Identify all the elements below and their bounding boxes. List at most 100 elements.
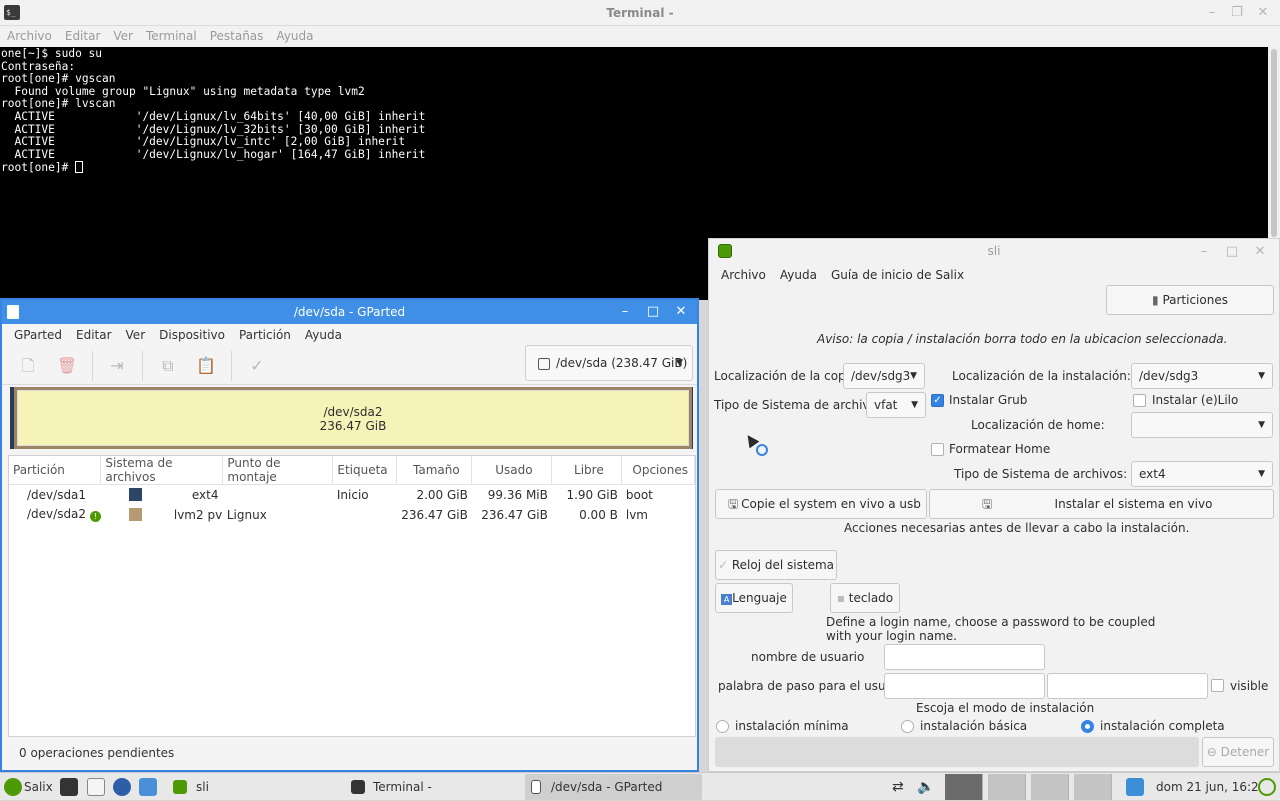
- terminal-prompt: root[one]#: [1, 161, 76, 175]
- menu-archivo[interactable]: Archivo: [721, 265, 766, 285]
- password-input[interactable]: [884, 673, 1045, 699]
- col-tamano[interactable]: Tamaño: [396, 456, 473, 485]
- apply-icon[interactable]: ✓: [246, 355, 268, 377]
- minimize-icon[interactable]: –: [1196, 244, 1212, 260]
- col-etiqueta[interactable]: Etiqueta: [332, 456, 398, 485]
- task-gparted[interactable]: /dev/sda - GParted: [551, 773, 662, 801]
- terminal-titlebar[interactable]: $_ Terminal - – ❐ ✕: [0, 0, 1280, 26]
- new-partition-icon[interactable]: 🗋: [17, 355, 39, 377]
- instalar-lilo-checkbox[interactable]: [1133, 394, 1146, 407]
- col-usado[interactable]: Usado: [471, 456, 553, 485]
- password-label: palabra de paso para el usuario: [718, 679, 909, 693]
- workspace-4[interactable]: [1074, 774, 1112, 800]
- copie-usb-button[interactable]: 🖫 Copie el system en vivo a usb: [715, 489, 927, 519]
- power-icon[interactable]: [1258, 778, 1276, 796]
- acciones-text: Acciones necesarias antes de llevar a ca…: [844, 521, 1190, 535]
- formatear-home-checkbox[interactable]: [931, 443, 944, 456]
- menu-archivo[interactable]: Archivo: [7, 26, 52, 47]
- volume-icon[interactable]: 🔈: [917, 773, 934, 801]
- gparted-titlebar[interactable]: /dev/sda - GParted – □ ✕: [2, 300, 697, 324]
- particiones-button[interactable]: ▮ Particiones: [1106, 285, 1274, 315]
- disk-map-partition-size: 236.47 GiB: [319, 419, 387, 433]
- instalar-grub-checkbox[interactable]: ✓: [931, 394, 944, 407]
- tipo-fs-combo[interactable]: vfat ▼: [866, 392, 926, 418]
- tipo-fs2-combo[interactable]: ext4 ▼: [1131, 461, 1273, 487]
- maximize-icon[interactable]: □: [1224, 244, 1240, 260]
- file-manager-launcher-icon[interactable]: [139, 778, 157, 796]
- menu-particion[interactable]: Partición: [239, 324, 291, 347]
- minimize-icon[interactable]: –: [617, 304, 633, 320]
- col-particion[interactable]: Partición: [9, 456, 102, 485]
- reloj-button[interactable]: ✓ Reloj del sistema: [715, 550, 837, 580]
- maximize-icon[interactable]: ❐: [1229, 5, 1245, 21]
- terminal-prompt-line: root[one]#: [1, 161, 1268, 175]
- instalar-grub-label: Instalar Grub: [949, 393, 1028, 407]
- workspace-2[interactable]: [988, 774, 1026, 800]
- maximize-icon[interactable]: □: [645, 304, 661, 320]
- detener-button[interactable]: ⊖ Detener: [1202, 737, 1274, 767]
- lenguaje-button[interactable]: A Lenguaje: [715, 583, 793, 613]
- menu-ayuda[interactable]: Ayuda: [276, 26, 313, 47]
- menu-terminal[interactable]: Terminal: [146, 26, 197, 47]
- task-terminal[interactable]: Terminal -: [373, 773, 432, 801]
- loc-home-combo[interactable]: ▼: [1131, 412, 1273, 438]
- usuario-input[interactable]: [884, 644, 1045, 670]
- menu-pestanas[interactable]: Pestañas: [210, 26, 264, 47]
- menu-editar[interactable]: Editar: [65, 26, 101, 47]
- close-icon[interactable]: ✕: [673, 304, 689, 320]
- teclado-button[interactable]: ▪ teclado: [830, 583, 900, 613]
- menu-guia[interactable]: Guía de inicio de Salix: [831, 265, 964, 285]
- menu-editar[interactable]: Editar: [76, 324, 112, 347]
- usuario-label: nombre de usuario: [751, 650, 865, 664]
- disk-map-sda2[interactable]: /dev/sda2 236.47 GiB: [14, 387, 692, 449]
- start-menu-button[interactable]: Salix: [24, 773, 53, 801]
- resize-move-icon[interactable]: ⇥: [106, 355, 128, 377]
- cell-free: 0.00 B: [579, 507, 618, 522]
- chevron-down-icon: ▼: [1258, 469, 1265, 479]
- salix-logo-icon: [4, 778, 22, 796]
- menu-ver[interactable]: Ver: [113, 26, 133, 47]
- modo-completa-radio[interactable]: [1081, 720, 1094, 733]
- visible-label: visible: [1230, 679, 1269, 693]
- scrollbar-thumb[interactable]: [1271, 49, 1277, 237]
- device-selector[interactable]: /dev/sda (238.47 GiB) ▼: [525, 345, 693, 381]
- terminal-line: ACTIVE '/dev/Lignux/lv_hogar' [164,47 Gi…: [1, 147, 426, 161]
- loc-copia-combo[interactable]: /dev/sdg3 ▼: [843, 363, 925, 389]
- table-row[interactable]: /dev/sda2 ! lvm2 pv Lignux 236.47 GiB 23…: [9, 505, 695, 525]
- login-hint-text: Define a login name, choose a password t…: [826, 615, 1156, 643]
- workspace-1[interactable]: [945, 774, 983, 800]
- close-icon[interactable]: ✕: [1255, 5, 1271, 21]
- loc-inst-combo[interactable]: /dev/sdg3 ▼: [1131, 363, 1273, 389]
- terminal-launcher-icon[interactable]: [60, 778, 78, 796]
- text-editor-launcher-icon[interactable]: [87, 778, 105, 796]
- menu-ayuda[interactable]: Ayuda: [305, 324, 342, 347]
- browser-launcher-icon[interactable]: [113, 778, 131, 796]
- menu-ver[interactable]: Ver: [126, 324, 146, 347]
- network-icon[interactable]: ⇄: [892, 773, 904, 801]
- col-libre[interactable]: Libre: [551, 456, 623, 485]
- close-icon[interactable]: ✕: [1252, 244, 1268, 260]
- table-row[interactable]: /dev/sda1 ext4 Inicio 2.00 GiB 99.36 MiB…: [9, 485, 695, 505]
- password-confirm-input[interactable]: [1047, 673, 1208, 699]
- sli-titlebar[interactable]: sli – □ ✕: [709, 239, 1279, 263]
- minimize-icon[interactable]: –: [1204, 5, 1220, 21]
- cell-mount: [223, 485, 333, 505]
- col-punto-montaje[interactable]: Punto de montaje: [222, 456, 334, 485]
- copy-icon[interactable]: ⧉: [157, 355, 179, 377]
- clock[interactable]: dom 21 jun, 16:25: [1156, 773, 1266, 801]
- col-opciones[interactable]: Opciones: [621, 456, 695, 485]
- instalar-button[interactable]: 🖫 Instalar el sistema en vivo: [929, 489, 1274, 519]
- workspace-3[interactable]: [1031, 774, 1069, 800]
- delete-icon[interactable]: 🗑: [56, 355, 78, 377]
- menu-gparted[interactable]: GParted: [14, 324, 62, 347]
- save-icon: 🖫: [728, 497, 739, 511]
- col-sistema-archivos[interactable]: Sistema de archivos: [100, 456, 224, 485]
- menu-ayuda[interactable]: Ayuda: [780, 265, 817, 285]
- modo-minima-radio[interactable]: [716, 720, 729, 733]
- paste-icon[interactable]: 📋: [195, 355, 217, 377]
- menu-dispositivo[interactable]: Dispositivo: [159, 324, 225, 347]
- task-sli[interactable]: sli: [196, 773, 209, 801]
- status-text: 0 operaciones pendientes: [19, 746, 175, 760]
- visible-checkbox[interactable]: [1211, 679, 1224, 692]
- modo-basica-radio[interactable]: [901, 720, 914, 733]
